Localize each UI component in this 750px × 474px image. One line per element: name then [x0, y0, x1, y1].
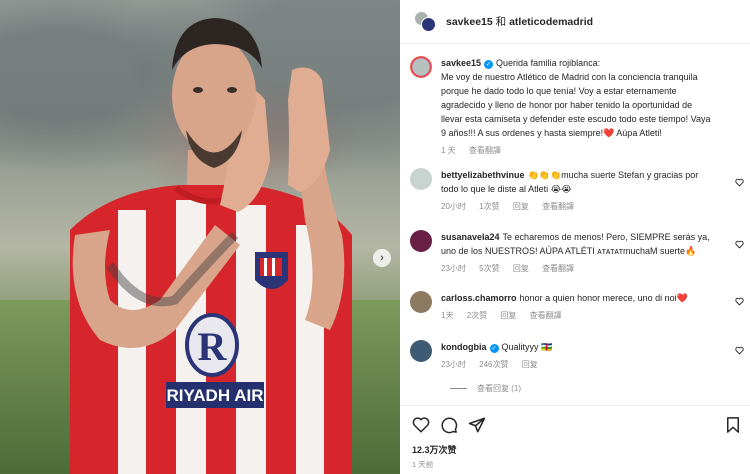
view-replies-button[interactable]: 查看回复 (1)	[450, 383, 521, 394]
heart-icon	[735, 178, 744, 187]
comment-item: carloss.chamorro honor a quien honor mere…	[410, 291, 746, 323]
comment-text: Qualityyy 🇨🇫	[501, 342, 553, 352]
comment-icon	[441, 417, 458, 434]
comment-item: susanavela24 Te echaremos de menos! Pero,…	[410, 230, 746, 276]
comment-text: honor a quien honor merece, uno di noi❤️	[519, 293, 688, 303]
divider	[450, 388, 467, 389]
verified-icon: ✓	[484, 60, 494, 69]
like-comment-button[interactable]	[735, 178, 744, 187]
comments-list[interactable]: savkee15 ✓ Querida familia rojiblanca: Me …	[400, 52, 750, 397]
post-header: savkee15 和 atleticodemadrid	[400, 0, 750, 44]
likes-count[interactable]: 12.3万次赞	[412, 443, 457, 456]
comment-item: kondogbia ✓ Qualityyy 🇨🇫 23小时 246次赞 回复	[410, 340, 746, 372]
like-comment-button[interactable]	[735, 346, 744, 355]
caption-meta: 1 天 查看翻譯	[441, 144, 711, 158]
post-date: 1 天前	[412, 460, 434, 469]
reply-button[interactable]: 回复	[513, 264, 529, 273]
post-details-panel: savkee15 和 atleticodemadrid savkee15 ✓ Que…	[400, 0, 750, 474]
post-photo[interactable]: R RIYADH AIR ›	[0, 0, 400, 474]
comment-meta: 20小时 1次赞 回复 查看翻譯	[441, 200, 711, 214]
comment-time: 23小时	[441, 264, 466, 273]
see-translation-link[interactable]: 查看翻譯	[469, 146, 501, 155]
caption-time: 1 天	[441, 146, 456, 155]
see-translation-link[interactable]: 查看翻譯	[530, 311, 562, 320]
avatar[interactable]	[421, 16, 436, 32]
comment-time: 1天	[441, 311, 454, 320]
comment-author[interactable]: carloss.chamorro	[441, 293, 517, 303]
comment-likes[interactable]: 1次赞	[479, 202, 499, 211]
comment-time: 23小时	[441, 360, 466, 369]
caption: savkee15 ✓ Querida familia rojiblanca: Me …	[410, 56, 746, 158]
collaborator-link[interactable]: atleticodemadrid	[509, 16, 593, 28]
comment-meta: 1天 2次赞 回复 查看翻譯	[441, 309, 711, 323]
like-post-button[interactable]	[412, 416, 430, 434]
comment-time: 20小时	[441, 202, 466, 211]
comment-likes[interactable]: 2次赞	[467, 311, 487, 320]
verified-icon: ✓	[489, 344, 499, 353]
svg-text:RIYADH AIR: RIYADH AIR	[167, 386, 264, 405]
avatar[interactable]	[410, 291, 432, 313]
view-replies-label: 查看回复 (1)	[477, 384, 521, 393]
comment-author[interactable]: susanavela24	[441, 232, 500, 242]
comment-item: bettyelizabethvinue 👏👏👏mucha suerte Stefa…	[410, 168, 746, 214]
comment-likes[interactable]: 5次赞	[479, 264, 499, 273]
author-link[interactable]: savkee15	[446, 16, 493, 28]
caption-author[interactable]: savkee15	[441, 58, 481, 68]
like-comment-button[interactable]	[735, 240, 744, 249]
reply-button[interactable]: 回复	[513, 202, 529, 211]
comment-button[interactable]	[440, 416, 458, 434]
post-authors: savkee15 和 atleticodemadrid	[446, 14, 593, 29]
heart-icon	[735, 240, 744, 249]
comment-meta: 23小时 246次赞 回复	[441, 358, 711, 372]
see-translation-link[interactable]: 查看翻譯	[542, 202, 574, 211]
post-actions: 12.3万次赞 1 天前	[400, 405, 750, 474]
comment-likes[interactable]: 246次赞	[479, 360, 508, 369]
caption-text: Querida familia rojiblanca: Me voy de nu…	[441, 58, 711, 138]
svg-text:R: R	[198, 324, 228, 369]
share-button[interactable]	[468, 416, 486, 434]
comment-author[interactable]: bettyelizabethvinue	[441, 170, 525, 180]
reply-button[interactable]: 回复	[500, 311, 516, 320]
player-illustration: R RIYADH AIR	[70, 18, 352, 474]
avatar[interactable]	[410, 230, 432, 252]
like-comment-button[interactable]	[735, 297, 744, 306]
next-photo-button[interactable]: ›	[373, 249, 391, 267]
avatar[interactable]	[410, 168, 432, 190]
chevron-right-icon: ›	[380, 252, 384, 264]
heart-icon	[735, 297, 744, 306]
comment-meta: 23小时 5次赞 回复 查看翻譯	[441, 262, 711, 276]
save-button[interactable]	[724, 416, 742, 434]
comment-author[interactable]: kondogbia	[441, 342, 487, 352]
reply-button[interactable]: 回复	[522, 360, 538, 369]
collab-avatars[interactable]	[414, 10, 436, 33]
avatar[interactable]	[410, 56, 432, 78]
heart-icon	[412, 417, 430, 433]
share-icon	[468, 417, 486, 433]
bookmark-icon	[727, 417, 739, 433]
avatar[interactable]	[410, 340, 432, 362]
collab-separator: 和	[495, 16, 507, 28]
heart-icon	[735, 346, 744, 355]
see-translation-link[interactable]: 查看翻譯	[542, 264, 574, 273]
